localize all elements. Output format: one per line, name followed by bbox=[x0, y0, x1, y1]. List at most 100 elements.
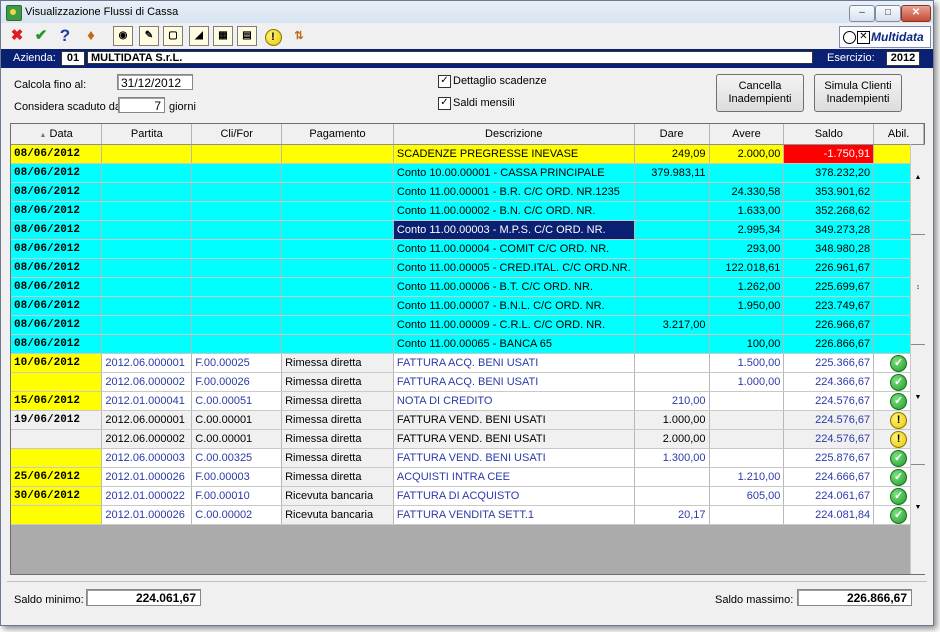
table-row[interactable]: 08/06/2012 SCADENZE PREGRESSE INEVASE 24… bbox=[11, 144, 924, 164]
sort-icon[interactable]: ⇅ bbox=[289, 26, 309, 46]
cell-partita bbox=[101, 163, 193, 183]
help-icon[interactable]: ? bbox=[55, 26, 75, 46]
cell-descrizione: FATTURA ACQ. BENI USATI bbox=[393, 372, 635, 392]
calcola-date-input[interactable]: 31/12/2012 bbox=[117, 74, 193, 90]
cell-descrizione: Conto 11.00.00005 - CRED.ITAL. C/C ORD.N… bbox=[393, 258, 635, 278]
close-red-x-icon[interactable]: ✖ bbox=[7, 26, 27, 46]
table-row[interactable]: 2012.01.000026 C.00.00002 Ricevuta banca… bbox=[11, 505, 924, 525]
scroll-end-arrow-icon[interactable]: ▼ bbox=[911, 504, 925, 514]
cell-partita: 2012.01.000026 bbox=[101, 467, 193, 487]
toolbar: ✖ ✔ ? ♦ ◉ ✎ ▢ ◢ ▦ ▤ ! ⇅ bbox=[1, 23, 933, 49]
cell-saldo: 225.876,67 bbox=[783, 448, 875, 468]
edit-icon[interactable]: ✎ bbox=[139, 26, 159, 46]
cell-clifor bbox=[191, 277, 283, 297]
enabled-check-icon[interactable]: ✓ bbox=[890, 392, 908, 410]
table-row[interactable]: 2012.06.000002 C.00.00001 Rimessa dirett… bbox=[11, 429, 924, 449]
saldi-checkbox[interactable]: ✓ bbox=[438, 97, 451, 110]
table-row[interactable]: 08/06/2012 Conto 11.00.00006 - B.T. C/C … bbox=[11, 277, 924, 297]
list-icon[interactable]: ▤ bbox=[237, 26, 257, 46]
maximize-button[interactable]: □ bbox=[875, 5, 901, 22]
lock-icon[interactable]: ♦ bbox=[81, 26, 101, 46]
enabled-check-icon[interactable]: ✓ bbox=[890, 468, 908, 486]
cell-data: 08/06/2012 bbox=[11, 315, 103, 335]
cell-descrizione-selected[interactable]: Conto 11.00.00003 - M.P.S. C/C ORD. NR. bbox=[393, 220, 635, 240]
cell-descrizione: ACQUISTI INTRA CEE bbox=[393, 467, 635, 487]
header-partita[interactable]: Partita bbox=[101, 124, 193, 145]
table-row[interactable]: 08/06/2012 Conto 11.00.00065 - BANCA 65 … bbox=[11, 334, 924, 354]
multidata-logo: ✕ Multidata bbox=[839, 26, 931, 48]
dettaglio-label: Dettaglio scadenze bbox=[453, 75, 547, 87]
cell-avere bbox=[709, 391, 785, 411]
header-dare[interactable]: Dare bbox=[634, 124, 710, 145]
cell-pagamento: Rimessa diretta bbox=[281, 391, 394, 411]
cell-saldo-negative: -1.750,91 bbox=[783, 144, 875, 164]
cell-data bbox=[11, 448, 103, 468]
cell-saldo: 224.576,67 bbox=[783, 429, 875, 449]
table-row[interactable]: 2012.06.000003 C.00.00325 Rimessa dirett… bbox=[11, 448, 924, 468]
vertical-scrollbar[interactable]: ▲ ↕ ▼ ▼ bbox=[910, 144, 925, 574]
enabled-check-icon[interactable]: ✓ bbox=[890, 449, 908, 467]
cell-clifor bbox=[191, 201, 283, 221]
header-saldo[interactable]: Saldo bbox=[783, 124, 875, 145]
esercizio-value: 2012 bbox=[886, 51, 920, 66]
scroll-down-arrow-icon[interactable]: ▼ bbox=[911, 394, 925, 404]
enabled-check-icon[interactable]: ✓ bbox=[890, 487, 908, 505]
table-row[interactable]: 2012.06.000002 F.00.00026 Rimessa dirett… bbox=[11, 372, 924, 392]
cell-descrizione: FATTURA VENDITA SETT.1 bbox=[393, 505, 635, 525]
header-abil[interactable]: Abil. bbox=[873, 124, 924, 145]
cell-partita bbox=[101, 239, 193, 259]
enabled-check-icon[interactable]: ✓ bbox=[890, 506, 908, 524]
table-row[interactable]: 08/06/2012 Conto 11.00.00007 - B.N.L. C/… bbox=[11, 296, 924, 316]
header-clifor[interactable]: Cli/For bbox=[191, 124, 283, 145]
chart-icon[interactable]: ◢ bbox=[189, 26, 209, 46]
scaduto-days-input[interactable]: 7 bbox=[118, 97, 165, 113]
cell-pagamento bbox=[281, 296, 394, 316]
table-row[interactable]: 08/06/2012 Conto 11.00.00005 - CRED.ITAL… bbox=[11, 258, 924, 278]
table-row[interactable]: 08/06/2012 Conto 11.00.00004 - COMIT C/C… bbox=[11, 239, 924, 259]
table-row[interactable]: 08/06/2012 Conto 11.00.00009 - C.R.L. C/… bbox=[11, 315, 924, 335]
table-row[interactable]: 25/06/2012 2012.01.000026 F.00.00003 Rim… bbox=[11, 467, 924, 487]
binoculars-icon[interactable]: ◉ bbox=[113, 26, 133, 46]
header-avere[interactable]: Avere bbox=[709, 124, 785, 145]
table-row[interactable]: 19/06/2012 2012.06.000001 C.00.00001 Rim… bbox=[11, 410, 924, 430]
table-row[interactable]: 15/06/2012 2012.01.000041 C.00.00051 Rim… bbox=[11, 391, 924, 411]
scroll-thumb-icon[interactable]: ↕ bbox=[911, 284, 925, 294]
cell-saldo: 349.273,28 bbox=[783, 220, 875, 240]
scroll-up-arrow-icon[interactable]: ▲ bbox=[911, 174, 925, 184]
cell-dare bbox=[634, 201, 710, 221]
cell-pagamento bbox=[281, 334, 394, 354]
cell-dare bbox=[634, 277, 710, 297]
cell-partita bbox=[101, 315, 193, 335]
cell-data: 08/06/2012 bbox=[11, 182, 103, 202]
table-row-selected[interactable]: 08/06/2012 Conto 11.00.00003 - M.P.S. C/… bbox=[11, 220, 924, 240]
cell-descrizione: FATTURA ACQ. BENI USATI bbox=[393, 353, 635, 373]
minimize-button[interactable]: – bbox=[849, 5, 875, 22]
close-window-button[interactable]: ✕ bbox=[901, 5, 931, 22]
scaduto-unit: giorni bbox=[169, 101, 196, 113]
table-row[interactable]: 08/06/2012 Conto 10.00.00001 - CASSA PRI… bbox=[11, 163, 924, 183]
table-row[interactable]: 10/06/2012 2012.06.000001 F.00.00025 Rim… bbox=[11, 353, 924, 373]
preview-icon[interactable]: ▢ bbox=[163, 26, 183, 46]
dettaglio-checkbox[interactable]: ✓ bbox=[438, 75, 451, 88]
cell-pagamento bbox=[281, 220, 394, 240]
confirm-check-icon[interactable]: ✔ bbox=[31, 26, 51, 46]
warning-icon[interactable]: ! bbox=[890, 430, 908, 448]
simula-clienti-button[interactable]: Simula Clienti Inadempienti bbox=[814, 74, 902, 112]
header-data[interactable]: ▲ Data bbox=[11, 124, 103, 145]
cell-avere: 1.950,00 bbox=[709, 296, 785, 316]
cell-clifor: C.00.00051 bbox=[191, 391, 283, 411]
table-row[interactable]: 08/06/2012 Conto 11.00.00001 - B.R. C/C … bbox=[11, 182, 924, 202]
alert-icon[interactable]: ! bbox=[263, 26, 283, 46]
header-pagamento[interactable]: Pagamento bbox=[281, 124, 394, 145]
table-row[interactable]: 08/06/2012 Conto 11.00.00002 - B.N. C/C … bbox=[11, 201, 924, 221]
table-header-row: ▲ Data Partita Cli/For Pagamento Descriz… bbox=[11, 124, 924, 145]
cancella-inadempienti-button[interactable]: Cancella Inadempienti bbox=[716, 74, 804, 112]
header-descrizione[interactable]: Descrizione bbox=[393, 124, 635, 145]
grid-icon[interactable]: ▦ bbox=[213, 26, 233, 46]
enabled-check-icon[interactable]: ✓ bbox=[890, 373, 908, 391]
enabled-check-icon[interactable]: ✓ bbox=[890, 354, 908, 372]
table-row[interactable]: 30/06/2012 2012.01.000022 F.00.00010 Ric… bbox=[11, 486, 924, 506]
warning-icon[interactable]: ! bbox=[890, 411, 908, 429]
cell-partita: 2012.01.000026 bbox=[101, 505, 193, 525]
cell-saldo: 224.666,67 bbox=[783, 467, 875, 487]
